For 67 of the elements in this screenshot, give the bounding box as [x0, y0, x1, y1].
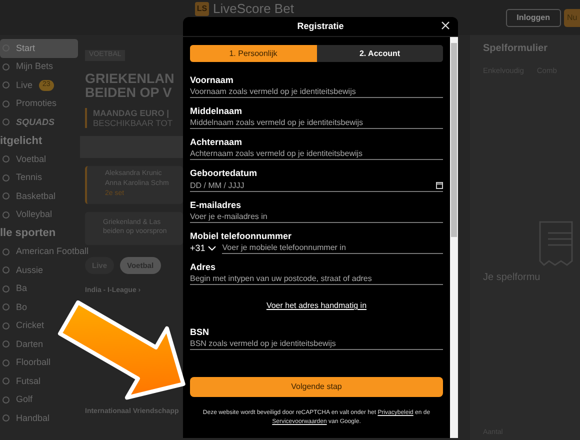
sidebar-item[interactable]: Promoties — [0, 94, 60, 113]
dialog-title: Registratie — [297, 20, 344, 33]
input-field[interactable]: Begin met intypen van uw postcode, straat of adres — [190, 273, 443, 285]
sport-icon — [2, 266, 10, 274]
sidebar-item[interactable]: Mijn Bets — [0, 58, 56, 76]
sidebar-item[interactable]: Basketbal — [0, 187, 59, 206]
sport-icon — [2, 210, 10, 219]
calendar-icon — [436, 182, 443, 188]
sidebar-item[interactable]: Tennis — [0, 168, 46, 187]
sidebar-item[interactable]: Voetbal — [0, 150, 50, 168]
sport-icon — [2, 284, 10, 293]
sport-icon — [2, 192, 10, 200]
field-label: Middelnaam — [190, 105, 244, 117]
sidebar-item[interactable]: Futsal — [0, 372, 44, 390]
sidebar-item[interactable]: Handbal — [0, 409, 53, 428]
sport-icon — [2, 377, 10, 386]
sport-icon — [2, 396, 10, 404]
country-code-select[interactable]: +31 — [190, 242, 216, 254]
sport-icon — [2, 100, 10, 108]
field-label: Geboortedatum — [190, 167, 258, 179]
input-field[interactable]: Achternaam zoals vermeld op je identiteitsbewijs — [190, 148, 443, 160]
input-field[interactable]: Voer je e-mailadres in — [190, 211, 443, 223]
scrollbar[interactable] — [450, 37, 458, 438]
field-label: Adres — [190, 261, 217, 273]
squads-icon — [2, 118, 10, 126]
sport-icon — [2, 358, 10, 367]
field-label: Mobiel telefoonnummer — [190, 230, 293, 242]
step-tab[interactable]: 1. Persoonlijk — [190, 45, 316, 62]
field-label: BSN — [190, 326, 210, 338]
chevron-down-icon — [208, 246, 216, 250]
input-field[interactable]: Voornaam zoals vermeld op je identiteitsbewijs — [190, 86, 443, 98]
input-field[interactable]: Voer je mobiele telefoonnummer in — [222, 242, 443, 254]
logo-text: LiveScore Bet — [213, 1, 294, 16]
sport-icon — [2, 174, 10, 182]
sport-icon — [2, 81, 10, 90]
sidebar-item[interactable]: SQUADS — [0, 113, 58, 132]
sidebar-item[interactable]: Volleybal — [0, 206, 56, 224]
close-button[interactable] — [441, 21, 450, 30]
betslip-title: Spelformulier — [483, 42, 548, 56]
sidebar-item[interactable]: Darten — [0, 335, 46, 354]
section-heading: itgelicht — [0, 134, 42, 148]
login-button[interactable]: Inloggen — [506, 8, 561, 26]
section-heading: lle sporten — [0, 226, 56, 241]
input-field[interactable]: BSN zoals vermeld op je identiteitsbewijs — [190, 338, 443, 350]
sidebar-item[interactable]: Start — [0, 39, 78, 58]
sport-icon — [2, 248, 10, 256]
sport-icon — [2, 303, 10, 312]
sidebar-item[interactable]: Floorball — [0, 354, 54, 372]
sidebar-item[interactable]: Golf — [0, 390, 36, 409]
field-label: E-mailadres — [190, 199, 242, 211]
sport-icon — [2, 414, 10, 422]
input-field[interactable]: Middelnaam zoals vermeld op je identiteitsbewijs — [190, 117, 443, 129]
field-label: Voornaam — [190, 74, 234, 86]
receipt-icon — [539, 221, 573, 266]
sidebar-item[interactable]: Bo — [0, 298, 30, 316]
sport-icon — [2, 322, 10, 330]
sidebar-item[interactable]: Aussie — [0, 261, 46, 280]
sport-icon — [2, 340, 10, 348]
sidebar-item[interactable]: Cricket — [0, 316, 48, 335]
next-step-button[interactable]: Volgende stap — [190, 377, 443, 397]
sport-icon — [2, 62, 10, 71]
sidebar-item[interactable]: Ba — [0, 280, 30, 298]
manual-address-link[interactable]: Voer het adres handmatig in — [266, 300, 367, 312]
scrollbar-thumb[interactable] — [451, 43, 457, 237]
logo-mark: LS — [195, 2, 209, 16]
field-label: Achternaam — [190, 136, 244, 148]
sport-icon — [2, 155, 10, 164]
